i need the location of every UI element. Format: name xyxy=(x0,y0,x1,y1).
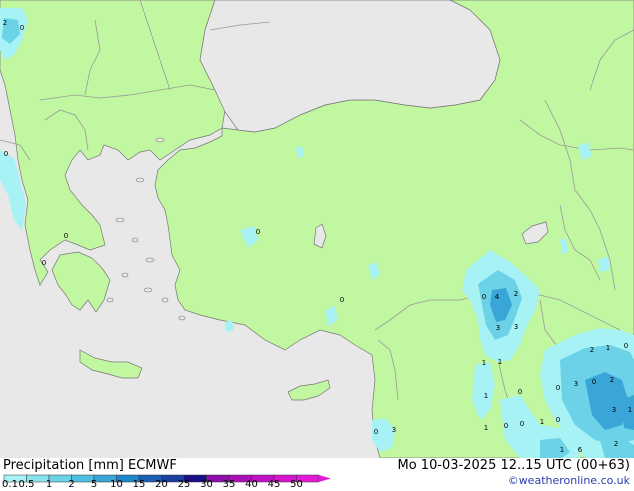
map-value-label: 2 xyxy=(514,290,518,298)
legend-label: 30 xyxy=(200,479,213,490)
map-value-label: 1 xyxy=(484,424,488,432)
map-value-label: 1 xyxy=(482,359,486,367)
map-value-label: 0 xyxy=(520,420,524,428)
map-value-label: 2 xyxy=(590,346,594,354)
map-value-label: 0 xyxy=(482,293,486,301)
map-value-label: 0 xyxy=(518,388,522,396)
map-value-label: 1 xyxy=(560,446,564,454)
map-value-label: 2 xyxy=(3,19,7,27)
map-value-label: 3 xyxy=(612,406,616,414)
legend-label: 35 xyxy=(222,479,236,490)
map-value-label: 0 xyxy=(374,428,378,436)
legend-label: 10 xyxy=(110,479,123,490)
map-value-label: 0 xyxy=(256,228,260,236)
map-value-label: 1 xyxy=(484,392,488,400)
map-value-label: 0 xyxy=(556,416,560,424)
map-value-label: 4 xyxy=(495,293,500,301)
map-value-label: 0 xyxy=(592,378,596,386)
map-value-label: 0 xyxy=(340,296,344,304)
map-value-label: 0 xyxy=(504,422,508,430)
legend-label: 0.1 xyxy=(2,479,18,490)
legend-labels: 0.1 0.5 1 2 5 10 15 20 25 30 35 40 45 50 xyxy=(0,479,330,491)
map-value-label: 0 xyxy=(556,384,560,392)
precipitation-map: 20000004203311101001021003023120316 Prec… xyxy=(0,0,634,490)
legend-label: 15 xyxy=(132,479,146,490)
legend-label: 1 xyxy=(45,479,53,490)
map-svg: 2 0 0 0 0 0 0 4 2 0 3 3 1 1 1 0 1 0 0 1 0 2 1 0 0 3 0 2 3 1 2 0 3 1 6 xyxy=(0,0,634,459)
map-value-label: 2 xyxy=(614,440,618,448)
map-title: Precipitation [mm] ECMWF xyxy=(3,458,177,473)
map-value-label: 1 xyxy=(628,406,632,414)
map-value-label: 3 xyxy=(392,426,396,434)
legend-label: 45 xyxy=(267,479,281,490)
map-value-label: 3 xyxy=(514,323,518,331)
legend-label: 25 xyxy=(177,479,191,490)
legend-label: 2 xyxy=(68,479,75,490)
legend-label: 40 xyxy=(245,479,258,490)
credit-link[interactable]: ©weatheronline.co.uk xyxy=(508,474,630,487)
map-value-label: 0 xyxy=(624,342,628,350)
map-value-label: 0 xyxy=(42,259,46,267)
map-value-label: 2 xyxy=(610,376,614,384)
footer-bar: Precipitation [mm] ECMWF Mo 10-03-2025 1… xyxy=(0,458,634,490)
map-value-label: 6 xyxy=(578,446,583,454)
map-value-label: 1 xyxy=(498,358,502,366)
legend-label: 50 xyxy=(290,479,303,490)
map-value-label: 0 xyxy=(4,150,8,158)
map-value-label: 3 xyxy=(574,380,578,388)
legend-label: 20 xyxy=(155,479,168,490)
map-value-label: 0 xyxy=(20,24,24,32)
valid-time: Mo 10-03-2025 12..15 UTC (00+63) xyxy=(397,458,631,473)
legend-label: 5 xyxy=(90,479,98,490)
map-value-label: 1 xyxy=(540,418,544,426)
map-value-label: 3 xyxy=(496,324,500,332)
map-value-label: 1 xyxy=(606,344,610,352)
map-value-label: 0 xyxy=(64,232,68,240)
legend-label: 0.5 xyxy=(18,479,35,490)
